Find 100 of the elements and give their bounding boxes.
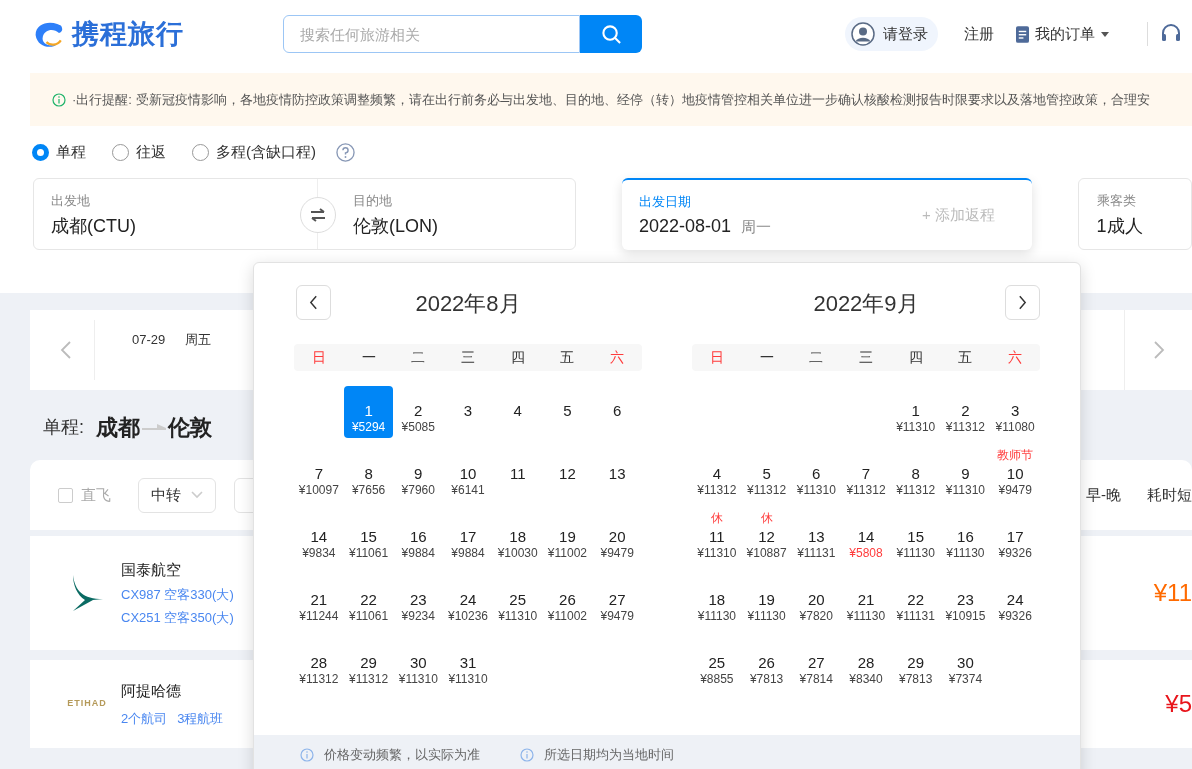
- calendar-day[interactable]: 4 ¥11312: [692, 449, 742, 501]
- register-link[interactable]: 注册: [964, 22, 994, 46]
- calendar-day[interactable]: 21 ¥11244: [294, 575, 344, 627]
- calendar-day[interactable]: 14 ¥9834: [294, 512, 344, 564]
- next-month-button[interactable]: [1005, 285, 1040, 320]
- calendar-day[interactable]: 3 ¥11080: [990, 386, 1040, 438]
- calendar-day[interactable]: 10 ¥9479: [990, 463, 1040, 501]
- calendar-day[interactable]: 19 ¥11130: [741, 575, 792, 627]
- calendar-day[interactable]: 10 ¥6141: [443, 449, 493, 501]
- calendar-day[interactable]: 27 ¥9479: [592, 575, 642, 627]
- calendar-day[interactable]: 6: [592, 386, 642, 438]
- calendar-day[interactable]: 15 ¥11061: [343, 512, 394, 564]
- calendar-day[interactable]: 1 ¥11310: [890, 386, 941, 438]
- calendar-day[interactable]: 26 ¥11002: [542, 575, 593, 627]
- calendar-day[interactable]: 25 ¥8855: [692, 638, 742, 690]
- next-icon[interactable]: [1152, 340, 1165, 360]
- calendar-day[interactable]: 3: [443, 386, 493, 438]
- calendar-day[interactable]: 23 ¥9234: [393, 575, 444, 627]
- day-number: 21: [310, 591, 328, 609]
- calendar-day[interactable]: 14 ¥5808: [841, 512, 891, 564]
- calendar-day[interactable]: 13 ¥11131: [791, 512, 842, 564]
- calendar-day[interactable]: 12: [542, 449, 593, 501]
- calendar-day[interactable]: 2 ¥5085: [393, 386, 444, 438]
- calendar-day[interactable]: 9 ¥7960: [393, 449, 444, 501]
- previous-icon[interactable]: [60, 340, 72, 360]
- calendar-day[interactable]: 12 ¥10887: [741, 526, 792, 564]
- calendar-day[interactable]: 13: [592, 449, 642, 501]
- calendar-day[interactable]: 22 ¥11131: [890, 575, 941, 627]
- calendar-day[interactable]: 29 ¥7813: [890, 638, 941, 690]
- calendar-day[interactable]: 28 ¥8340: [841, 638, 891, 690]
- login-button[interactable]: 请登录: [845, 17, 938, 51]
- previous-month-button[interactable]: [296, 285, 331, 320]
- flight-detail-link[interactable]: 3程航班: [177, 708, 224, 728]
- flight-detail-link[interactable]: CX251 空客350(大): [121, 607, 234, 628]
- calendar-day[interactable]: 2 ¥11312: [940, 386, 991, 438]
- calendar-day[interactable]: 25 ¥11310: [492, 575, 543, 627]
- calendar-day[interactable]: 5: [542, 386, 593, 438]
- calendar-day[interactable]: 7 ¥10097: [294, 449, 344, 501]
- calendar-day[interactable]: 7 ¥11312: [841, 449, 891, 501]
- search-field[interactable]: 搜索任何旅游相关: [283, 15, 580, 53]
- trip-type-radio[interactable]: 往返: [112, 140, 166, 164]
- calendar-day[interactable]: 17 ¥9884: [443, 512, 493, 564]
- calendar-day[interactable]: 8 ¥7656: [343, 449, 394, 501]
- strip-weekday[interactable]: 周五: [185, 330, 212, 350]
- transfer-dropdown[interactable]: 中转: [138, 477, 216, 513]
- orders-menu[interactable]: 我的订单: [1016, 22, 1109, 46]
- destination-value[interactable]: 伦敦(LON): [353, 212, 438, 240]
- calendar-day[interactable]: 18 ¥11130: [692, 575, 742, 627]
- calendar-day[interactable]: 20 ¥9479: [592, 512, 642, 564]
- calendar-day[interactable]: 23 ¥10915: [940, 575, 991, 627]
- calendar-day[interactable]: 18 ¥10030: [492, 512, 543, 564]
- calendar-day[interactable]: 30 ¥7374: [940, 638, 991, 690]
- date-label: 出发日期: [639, 192, 693, 211]
- calendar-day[interactable]: 16 ¥9884: [393, 512, 444, 564]
- calendar-day[interactable]: 28 ¥11312: [294, 638, 344, 690]
- day-price: ¥11312: [945, 420, 985, 435]
- logo-text[interactable]: 携程旅行: [72, 13, 184, 55]
- day-number: 29: [360, 654, 377, 672]
- day-number: 23: [409, 591, 427, 609]
- day-number: 27: [608, 591, 626, 609]
- calendar-day[interactable]: 15 ¥11130: [890, 512, 941, 564]
- flight-detail-link[interactable]: 2个航司: [121, 708, 168, 728]
- calendar-day[interactable]: 17 ¥9326: [990, 512, 1040, 564]
- passenger-card[interactable]: 乘客类 1成人: [1077, 178, 1192, 250]
- calendar-day[interactable]: 22 ¥11061: [343, 575, 394, 627]
- day-number: 8: [911, 465, 920, 483]
- strip-date[interactable]: 07-29: [132, 330, 166, 350]
- calendar-day[interactable]: 11 ¥11310: [692, 526, 742, 564]
- calendar-day[interactable]: 4: [492, 386, 543, 438]
- sort-option[interactable]: 耗时短: [1147, 483, 1192, 507]
- flight-detail-link[interactable]: CX987 空客330(大): [121, 585, 234, 605]
- calendar-day[interactable]: 26 ¥7813: [741, 638, 792, 690]
- passenger-value[interactable]: 1成人: [1096, 212, 1143, 240]
- origin-value[interactable]: 成都(CTU): [51, 212, 136, 240]
- day-number: 2: [961, 402, 970, 420]
- swap-button[interactable]: [300, 197, 336, 233]
- calendar-day[interactable]: 30 ¥11310: [393, 638, 444, 690]
- sort-option[interactable]: 早-晚: [1086, 483, 1121, 507]
- calendar-day[interactable]: 21 ¥11130: [841, 575, 891, 627]
- calendar-day[interactable]: 31 ¥11310: [443, 638, 493, 690]
- calendar-day[interactable]: 20 ¥7820: [791, 575, 842, 627]
- day-number: 30: [409, 654, 427, 672]
- calendar-day[interactable]: 24 ¥10236: [443, 575, 493, 627]
- day-price: ¥10030: [497, 546, 538, 561]
- help-icon[interactable]: [336, 142, 355, 162]
- calendar-day[interactable]: 11: [492, 449, 543, 501]
- date-card[interactable]: 出发日期 2022-08-01 周一 + 添加返程: [622, 178, 1032, 250]
- calendar-day[interactable]: 27 ¥7814: [791, 638, 842, 690]
- calendar-day[interactable]: 6 ¥11310: [791, 449, 842, 501]
- calendar-day[interactable]: 19 ¥11002: [542, 512, 593, 564]
- calendar-day[interactable]: 16 ¥11130: [940, 512, 991, 564]
- trip-type-radio[interactable]: 单程: [32, 140, 86, 164]
- calendar-day[interactable]: 29 ¥11312: [343, 638, 394, 690]
- calendar-day[interactable]: 5 ¥11312: [741, 449, 792, 501]
- search-button[interactable]: [580, 15, 642, 53]
- calendar-day[interactable]: 9 ¥11310: [940, 449, 991, 501]
- trip-type-radio[interactable]: 多程(含缺口程): [192, 140, 316, 164]
- calendar-day[interactable]: 8 ¥11312: [890, 449, 941, 501]
- calendar-day[interactable]: 1 ¥5294: [343, 386, 394, 438]
- calendar-day[interactable]: 24 ¥9326: [990, 575, 1040, 627]
